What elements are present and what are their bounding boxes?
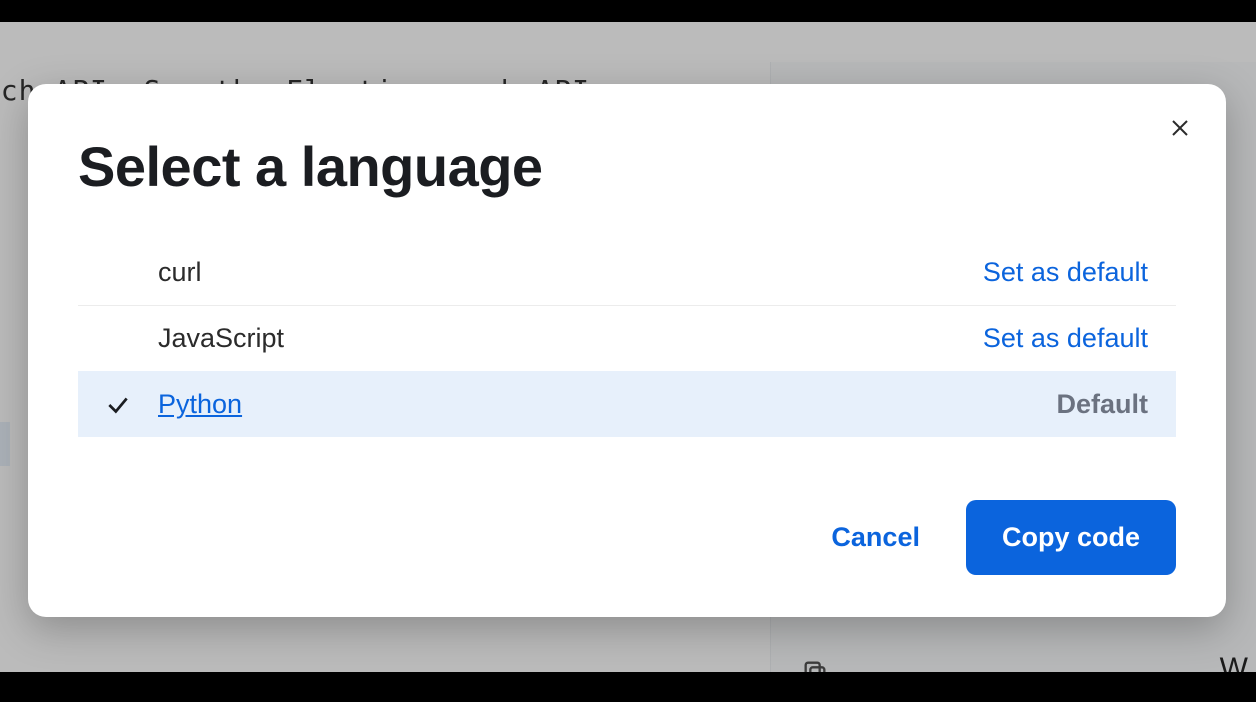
modal-title: Select a language (78, 134, 1176, 199)
language-list: curl Set as default JavaScript Set as de… (78, 239, 1176, 437)
language-row-curl[interactable]: curl Set as default (78, 239, 1176, 305)
copy-code-button[interactable]: Copy code (966, 500, 1176, 575)
language-name-link[interactable]: Python (158, 389, 242, 420)
set-default-link[interactable]: Set as default (983, 323, 1148, 354)
language-name: curl (158, 257, 202, 288)
default-label: Default (1056, 389, 1148, 420)
letterbox-top (0, 0, 1256, 22)
language-row-javascript[interactable]: JavaScript Set as default (78, 305, 1176, 371)
select-language-modal: Select a language curl Set as default Ja… (28, 84, 1226, 617)
modal-footer: Cancel Copy code (831, 500, 1176, 575)
letterbox-bottom (0, 672, 1256, 702)
language-name: JavaScript (158, 323, 284, 354)
viewport: asticsearch API. See the Elasticsearch A… (0, 0, 1256, 702)
check-column (78, 392, 158, 418)
language-row-python[interactable]: Python Default (78, 371, 1176, 437)
cancel-button[interactable]: Cancel (831, 522, 920, 553)
close-icon (1168, 116, 1192, 140)
set-default-link[interactable]: Set as default (983, 257, 1148, 288)
check-icon (105, 392, 131, 418)
close-button[interactable] (1164, 112, 1196, 144)
